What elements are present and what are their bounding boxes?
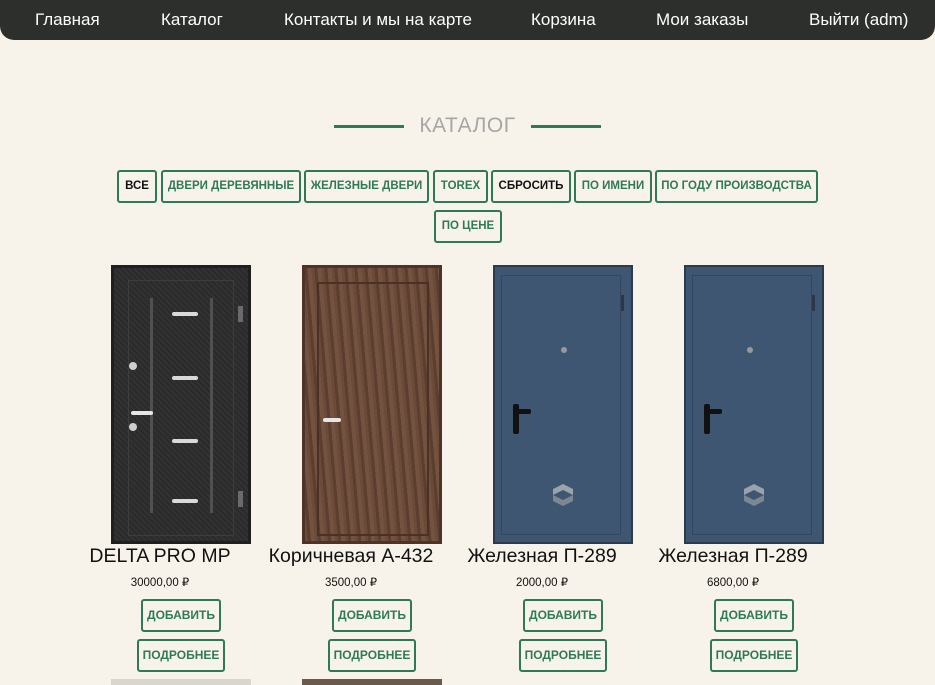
- product-card: Коричневая А-432 3500,00 ₽ ДОБАВИТЬ ПОДР…: [256, 265, 446, 685]
- door-chrome-bar: [172, 376, 198, 380]
- door-handle-icon: [131, 411, 153, 415]
- nav-contacts-link[interactable]: Контакты и мы на карте: [284, 0, 472, 40]
- product-name: DELTA PRO MP: [89, 545, 231, 567]
- door-handle-icon: [323, 418, 341, 422]
- door-hinge: [812, 295, 815, 311]
- lock-icon: [129, 423, 137, 431]
- details-button[interactable]: ПОДРОБНЕЕ: [710, 639, 798, 672]
- catalog-title-row: КАТАЛОГ: [0, 114, 935, 140]
- product-price: 6800,00 ₽: [706, 577, 760, 589]
- product-card: Железная П-289 6800,00 ₽ ДОБАВИТЬ ПОДРОБ…: [638, 265, 828, 685]
- product-price: 2000,00 ₽: [515, 577, 569, 589]
- sort-by-year-button[interactable]: ПО ГОДУ ПРОИЗВОДСТВА: [655, 170, 818, 203]
- details-button[interactable]: ПОДРОБНЕЕ: [328, 639, 416, 672]
- sort-by-price-button[interactable]: ПО ЦЕНЕ: [434, 210, 502, 243]
- door-strip: [210, 298, 213, 513]
- door-hinge: [238, 491, 243, 507]
- door-chrome-bar: [172, 499, 198, 503]
- filter-iron-doors-button[interactable]: ЖЕЛЕЗНЫЕ ДВЕРИ: [304, 170, 429, 203]
- product-name: Железная П-289: [467, 545, 617, 567]
- product-card: DELTA PRO MP 30000,00 ₽ ДОБАВИТЬ ПОДРОБН…: [65, 265, 255, 685]
- nav-home-link[interactable]: Главная: [35, 0, 100, 40]
- door-handle-arm: [706, 409, 722, 414]
- door-panel: [128, 280, 234, 536]
- door-chrome-bar: [172, 439, 198, 443]
- product-price: 3500,00 ₽: [324, 577, 378, 589]
- product-name: Железная П-289: [658, 545, 808, 567]
- brand-logo-icon: [553, 484, 573, 506]
- product-card: Железная П-289 2000,00 ₽ ДОБАВИТЬ ПОДРОБ…: [447, 265, 637, 685]
- nav-logout-link[interactable]: Выйти (adm): [809, 0, 908, 40]
- door-panel: [317, 282, 429, 536]
- add-to-cart-button[interactable]: ДОБАВИТЬ: [714, 599, 794, 632]
- door-chrome-bar: [172, 312, 198, 316]
- add-to-cart-button[interactable]: ДОБАВИТЬ: [141, 599, 221, 632]
- lock-icon: [561, 347, 567, 353]
- sort-by-name-button[interactable]: ПО ИМЕНИ: [574, 170, 652, 203]
- title-right-divider: [531, 125, 601, 128]
- door-hinge: [238, 306, 243, 322]
- nav-orders-link[interactable]: Мои заказы: [656, 0, 748, 40]
- product-image-blue-door[interactable]: [684, 265, 824, 544]
- add-to-cart-button[interactable]: ДОБАВИТЬ: [332, 599, 412, 632]
- filter-all-button[interactable]: ВСЕ: [117, 170, 157, 203]
- filter-torex-button[interactable]: TOREX: [433, 170, 488, 203]
- door-strip: [150, 298, 153, 513]
- product-image-brown-door[interactable]: [302, 265, 442, 544]
- brand-logo-icon: [744, 484, 764, 506]
- nav-cart-link[interactable]: Корзина: [531, 0, 596, 40]
- lock-icon: [129, 362, 137, 370]
- door-handle-arm: [515, 409, 531, 414]
- reset-filters-button[interactable]: СБРОСИТЬ: [491, 170, 571, 203]
- product-image-black-door[interactable]: [111, 265, 251, 544]
- product-image-blue-door[interactable]: [493, 265, 633, 544]
- product-name: Коричневая А-432: [268, 545, 434, 567]
- next-product-image-peek: [302, 679, 442, 685]
- details-button[interactable]: ПОДРОБНЕЕ: [137, 639, 225, 672]
- filter-wooden-doors-button[interactable]: ДВЕРИ ДЕРЕВЯННЫЕ: [161, 170, 301, 203]
- top-navbar: Главная Каталог Контакты и мы на карте К…: [0, 0, 935, 40]
- next-product-image-peek: [111, 679, 251, 685]
- details-button[interactable]: ПОДРОБНЕЕ: [519, 639, 607, 672]
- add-to-cart-button[interactable]: ДОБАВИТЬ: [523, 599, 603, 632]
- product-price: 30000,00 ₽: [130, 577, 190, 589]
- nav-catalog-link[interactable]: Каталог: [161, 0, 223, 40]
- door-hinge: [621, 295, 624, 311]
- lock-icon: [747, 347, 753, 353]
- page-title: КАТАЛОГ: [419, 114, 516, 137]
